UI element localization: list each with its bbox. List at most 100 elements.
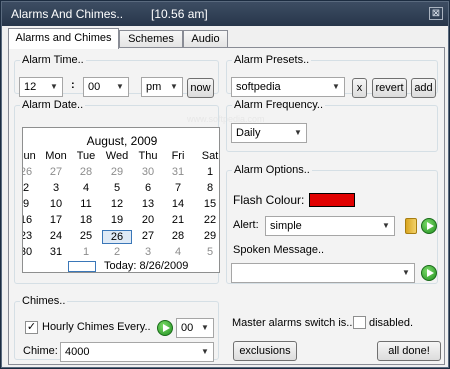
calendar-day[interactable]: 28	[71, 166, 101, 178]
calendar-day[interactable]: 15	[195, 198, 219, 210]
calendar-day[interactable]: 3	[133, 246, 163, 258]
calendar-day[interactable]: 12	[102, 198, 132, 210]
calendar-day[interactable]: 27	[41, 166, 71, 178]
chimes-legend: Chimes..	[22, 295, 66, 307]
calendar-day[interactable]: 11	[71, 198, 101, 210]
calendar[interactable]: August, 2009 SunMonTueWedThuFriSat262728…	[22, 127, 220, 273]
chime-label: Chime:	[23, 345, 58, 357]
frequency-select[interactable]: Daily ▼	[231, 123, 307, 143]
calendar-weekday: Tue	[76, 150, 96, 162]
close-icon[interactable]: ⊠	[429, 7, 443, 20]
all-done-button[interactable]: all done!	[377, 341, 441, 361]
calendar-day[interactable]: 3	[41, 182, 71, 194]
delete-preset-button[interactable]: x	[352, 78, 367, 98]
calendar-day[interactable]: 21	[163, 214, 193, 226]
calendar-day[interactable]: 10	[41, 198, 71, 210]
calendar-day[interactable]: 4	[163, 246, 193, 258]
alarms-window: Alarms And Chimes.. [10.56 am] ⊠ Alarms …	[1, 1, 449, 368]
hourly-chimes-label: Hourly Chimes Every..	[42, 321, 151, 333]
calendar-day[interactable]: 5	[195, 246, 219, 258]
calendar-day[interactable]: 1	[195, 166, 219, 178]
tab-alarms-and-chimes[interactable]: Alarms and Chimes	[8, 28, 119, 49]
chevron-down-icon: ▼	[50, 82, 58, 91]
calendar-day[interactable]: 16	[23, 214, 41, 226]
chime-minute-select[interactable]: 00 ▼	[176, 318, 214, 338]
calendar-day[interactable]: 22	[195, 214, 219, 226]
tab-schemes[interactable]: Schemes	[119, 30, 183, 48]
alarm-presets-group: Alarm Presets.. softpedia ▼ x revert add	[226, 54, 438, 98]
chime-value: 4000	[65, 346, 90, 358]
folder-icon[interactable]	[405, 218, 417, 234]
tab-audio[interactable]: Audio	[183, 30, 228, 48]
calendar-day[interactable]: 30	[133, 166, 163, 178]
revert-button[interactable]: revert	[372, 78, 407, 98]
today-link[interactable]: Today: 8/26/2009	[104, 260, 188, 272]
calendar-day[interactable]: 26	[102, 230, 132, 244]
add-preset-button[interactable]: add	[411, 78, 436, 98]
chime-minute-value: 00	[181, 322, 194, 334]
flash-colour-swatch[interactable]	[309, 193, 355, 207]
calendar-day[interactable]: 18	[71, 214, 101, 226]
chimes-group: Chimes.. ✓ Hourly Chimes Every.. 00 ▼ Ch…	[14, 295, 219, 362]
minute-select[interactable]: 00 ▼	[83, 77, 129, 97]
now-button[interactable]: now	[187, 78, 214, 98]
calendar-day[interactable]: 7	[163, 182, 193, 194]
spoken-message-select[interactable]: ▼	[231, 263, 415, 283]
disabled-label: disabled.	[369, 317, 414, 329]
calendar-day[interactable]: 23	[23, 230, 41, 242]
flash-colour-label: Flash Colour:	[233, 193, 305, 207]
calendar-day[interactable]: 5	[102, 182, 132, 194]
exclusions-button[interactable]: exclusions	[233, 341, 297, 361]
window-title: Alarms And Chimes..	[11, 7, 124, 21]
alarm-time-legend: Alarm Time..	[22, 54, 84, 66]
calendar-day[interactable]: 1	[71, 246, 101, 258]
calendar-day[interactable]: 2	[23, 182, 41, 194]
alarm-presets-legend: Alarm Presets..	[234, 54, 310, 66]
check-icon: ✓	[26, 321, 37, 333]
play-icon[interactable]	[421, 218, 437, 234]
preset-select[interactable]: softpedia ▼	[231, 77, 345, 97]
disabled-checkbox[interactable]	[353, 316, 366, 329]
ampm-select[interactable]: pm ▼	[141, 77, 183, 97]
play-icon[interactable]	[157, 320, 173, 336]
hour-value: 12	[24, 81, 37, 93]
calendar-day[interactable]: 24	[41, 230, 71, 242]
calendar-day[interactable]: 25	[71, 230, 101, 242]
calendar-day[interactable]: 4	[71, 182, 101, 194]
play-icon[interactable]	[421, 265, 437, 281]
calendar-day[interactable]: 29	[195, 230, 219, 242]
chime-select[interactable]: 4000 ▼	[60, 342, 214, 362]
calendar-day[interactable]: 29	[102, 166, 132, 178]
calendar-day[interactable]: 27	[133, 230, 163, 242]
calendar-day[interactable]: 17	[41, 214, 71, 226]
calendar-weekday: Sat	[201, 150, 219, 162]
hourly-chimes-checkbox[interactable]: ✓	[25, 321, 38, 334]
alert-label: Alert:	[233, 219, 259, 231]
calendar-weekday: Mon	[45, 150, 67, 162]
calendar-day[interactable]: 19	[102, 214, 132, 226]
calendar-weekday: Thu	[138, 150, 158, 162]
alarm-frequency-group: Alarm Frequency.. Daily ▼	[226, 99, 438, 152]
alert-select[interactable]: simple ▼	[265, 216, 395, 236]
alarm-options-group: Alarm Options.. Flash Colour: Alert: sim…	[226, 164, 438, 284]
calendar-day[interactable]: 14	[163, 198, 193, 210]
chevron-down-icon: ▼	[201, 347, 209, 356]
calendar-day[interactable]: 13	[133, 198, 163, 210]
chevron-down-icon: ▼	[116, 82, 124, 91]
calendar-day[interactable]: 20	[133, 214, 163, 226]
title-bar: Alarms And Chimes.. [10.56 am] ⊠	[2, 2, 448, 26]
calendar-day[interactable]: 8	[195, 182, 219, 194]
calendar-day[interactable]: 31	[41, 246, 71, 258]
chevron-down-icon: ▼	[170, 82, 178, 91]
calendar-weekday: Wed	[105, 150, 129, 162]
calendar-day[interactable]: 2	[102, 246, 132, 258]
time-separator: :	[71, 79, 75, 91]
calendar-day[interactable]: 6	[133, 182, 163, 194]
hour-select[interactable]: 12 ▼	[19, 77, 63, 97]
calendar-day[interactable]: 30	[23, 246, 41, 258]
calendar-day[interactable]: 26	[23, 166, 41, 178]
calendar-day[interactable]: 28	[163, 230, 193, 242]
alarms-and-chimes-panel: Alarm Time.. 12 ▼ : 00 ▼ pm ▼ now www.so…	[8, 47, 445, 365]
calendar-day[interactable]: 9	[23, 198, 41, 210]
calendar-day[interactable]: 31	[163, 166, 193, 178]
